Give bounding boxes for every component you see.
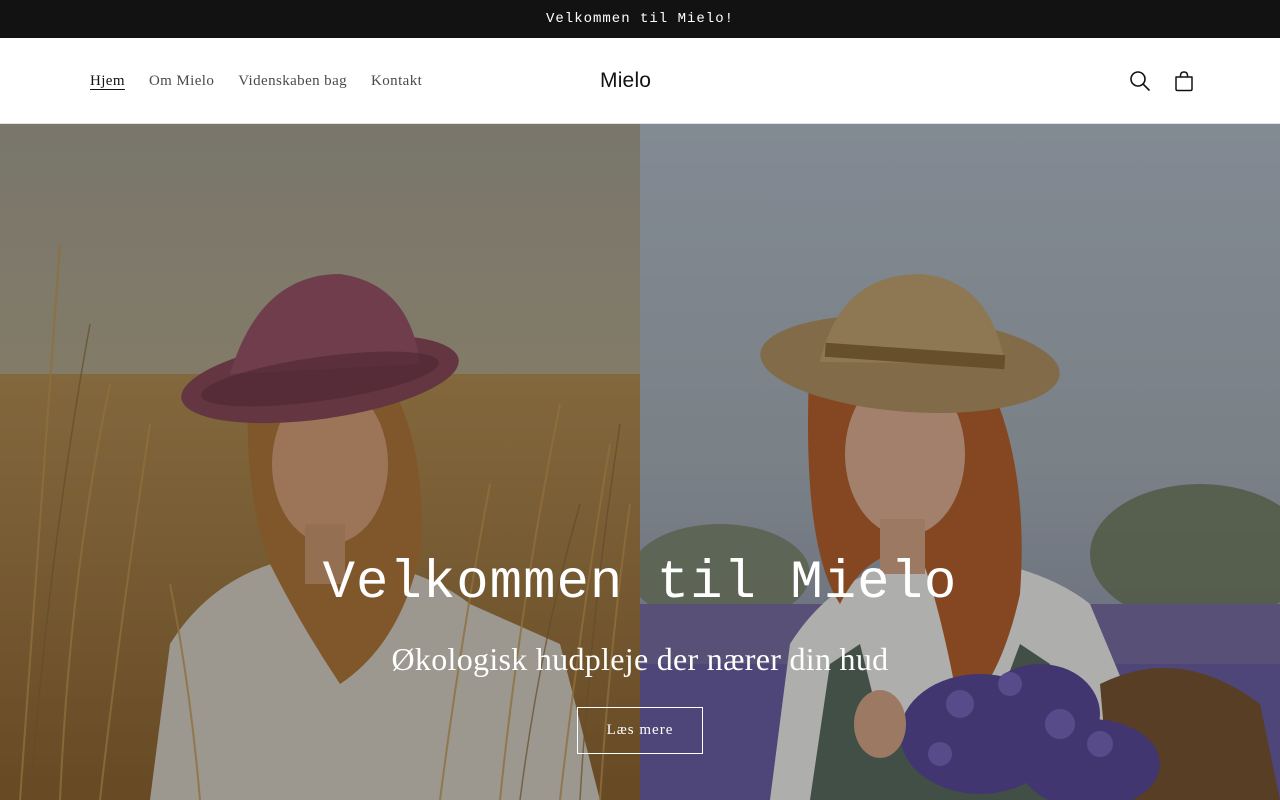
search-button[interactable] [1122,59,1158,103]
announcement-bar: Velkommen til Mielo! [0,0,1280,38]
site-header: Hjem Om Mielo Videnskaben bag Kontakt Mi… [0,38,1280,124]
nav-item-hjem[interactable]: Hjem [78,38,137,124]
cart-button[interactable] [1166,59,1202,103]
hero-subtitle: Økologisk hudpleje der nærer din hud [391,641,889,677]
hero-banner: Velkommen til Mielo Økologisk hudpleje d… [0,124,1280,800]
main-nav: Hjem Om Mielo Videnskaben bag Kontakt [78,38,434,124]
search-icon [1130,71,1150,91]
read-more-button[interactable]: Læs mere [577,707,703,754]
cart-icon [1175,71,1193,92]
logo[interactable]: Mielo [600,66,680,96]
hero-content: Velkommen til Mielo Økologisk hudpleje d… [0,549,1280,754]
hero-title: Velkommen til Mielo [322,553,958,614]
logo-text: Mielo [600,69,652,92]
nav-item-om-mielo[interactable]: Om Mielo [137,38,226,124]
announcement-text: Velkommen til Mielo! [545,11,735,27]
nav-item-kontakt[interactable]: Kontakt [359,38,434,124]
header-icons [1122,38,1202,124]
nav-item-videnskaben-bag[interactable]: Videnskaben bag [226,38,359,124]
